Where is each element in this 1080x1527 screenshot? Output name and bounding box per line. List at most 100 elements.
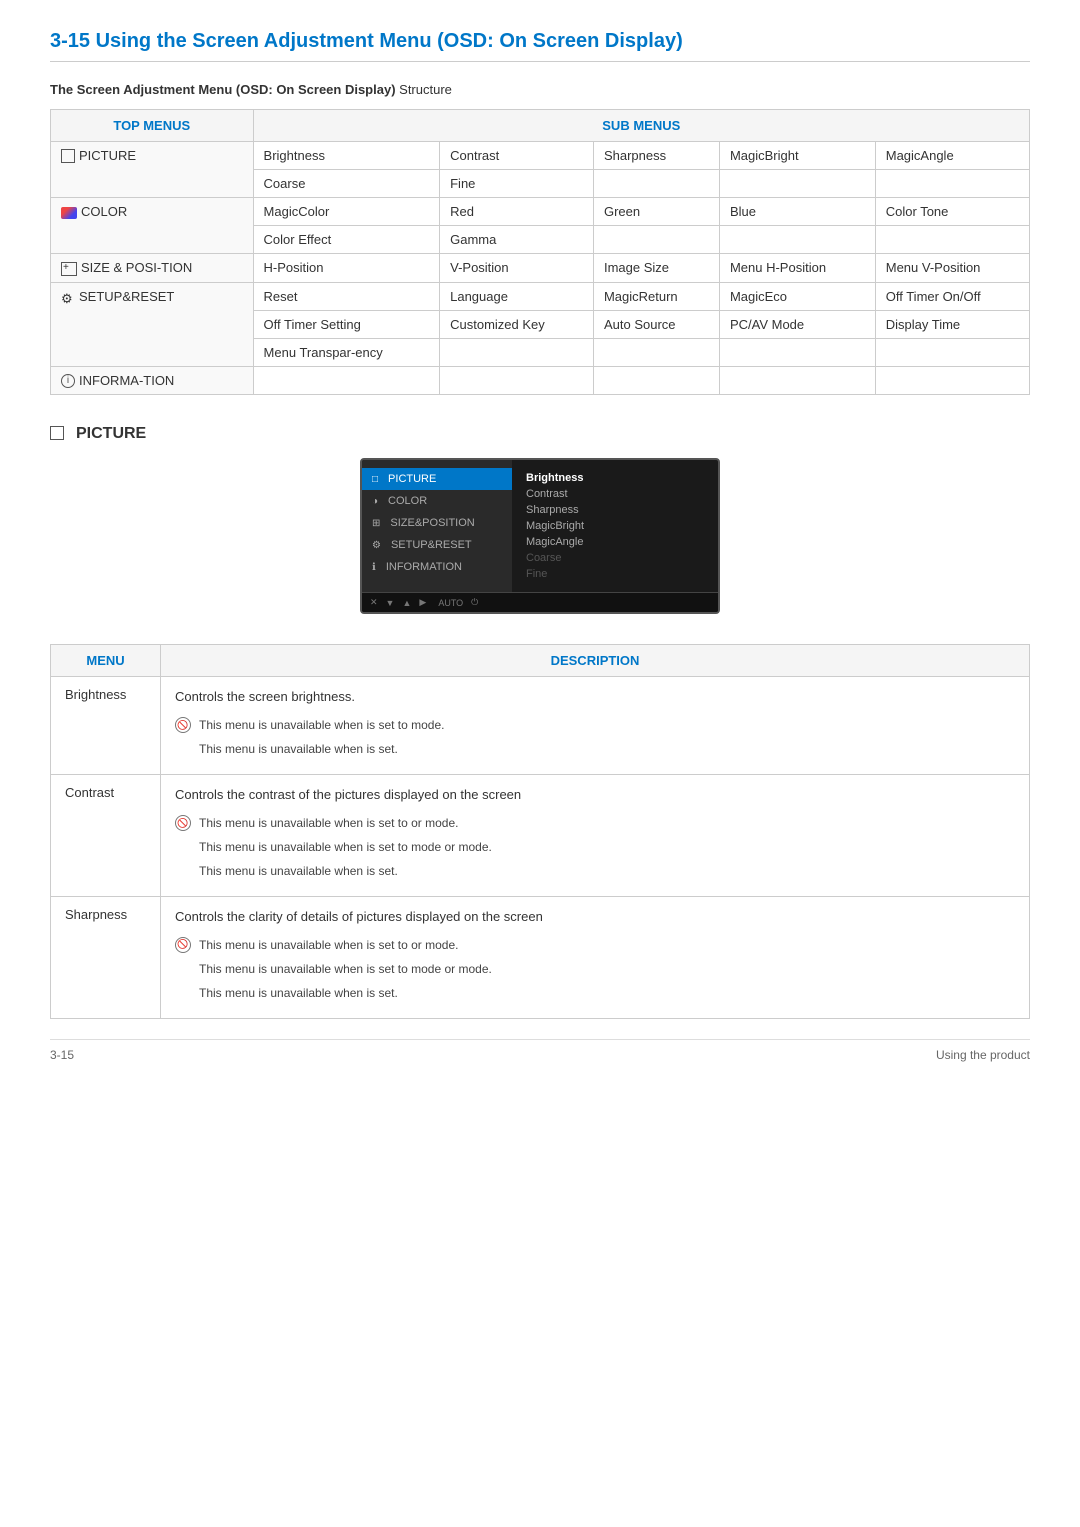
note-text: This menu is unavailable when is set.: [199, 984, 1015, 1002]
note-icon: 🚫: [175, 815, 191, 831]
osd-item-label: SIZE&POSITION: [390, 517, 474, 529]
osd-mockup-sub-item: Brightness: [526, 470, 704, 486]
osd-sub-cell: [593, 338, 719, 366]
osd-sub-cell: Red: [440, 198, 594, 226]
osd-bottom-bar: ✕ ▼ ▲ ▶ AUTO ⏻: [362, 592, 718, 612]
footer-right: Using the product: [936, 1048, 1030, 1062]
osd-mockup-menu-item: ⚙SETUP&RESET: [362, 534, 512, 556]
osd-sub-cell: V-Position: [440, 254, 594, 283]
osd-btn-down: ▼: [386, 598, 395, 608]
desc-menu-cell: Contrast: [51, 774, 161, 896]
osd-mockup-sub-item: Coarse: [526, 550, 704, 566]
structure-desc-rest: Structure: [396, 82, 452, 97]
osd-sub-cell: [875, 226, 1029, 254]
osd-menu-cell: iINFORMA-TION: [51, 366, 254, 395]
footer-left: 3-15: [50, 1048, 74, 1062]
size-table-icon: [61, 262, 77, 276]
osd-mockup-sub-item: MagicBright: [526, 518, 704, 534]
setup-table-icon: ⚙: [61, 291, 75, 303]
osd-mockup-sub-item: MagicAngle: [526, 534, 704, 550]
osd-sub-cell: [719, 338, 875, 366]
osd-mockup-sub-item: Fine: [526, 566, 704, 582]
note-text: This menu is unavailable when is set to …: [199, 716, 1015, 734]
osd-sub-cell: PC/AV Mode: [719, 310, 875, 338]
osd-sub-cell: Language: [440, 282, 594, 310]
osd-btn-x: ✕: [370, 597, 378, 608]
osd-screen: □PICTURE ◑ COLOR ⊞ SIZE&POSITION ⚙SETUP&RESET…: [360, 458, 720, 614]
desc-table-row: SharpnessControls the clarity of details…: [51, 896, 1030, 1018]
osd-mockup-menu-item: □PICTURE: [362, 468, 512, 490]
osd-sub-cell: Customized Key: [440, 310, 594, 338]
osd-sub-cell: Reset: [253, 282, 440, 310]
osd-menu-cell: PICTURE: [51, 142, 254, 198]
page-footer: 3-15 Using the product: [50, 1039, 1030, 1062]
desc-menu-header: MENU: [51, 645, 161, 677]
desc-main-text: Controls the clarity of details of pictu…: [175, 907, 1015, 928]
top-menus-header: TOP MENUS: [51, 110, 254, 142]
osd-sub-cell: Color Tone: [875, 198, 1029, 226]
osd-mockup-menu-item: ◑ COLOR: [362, 490, 512, 512]
note-icon: 🚫: [175, 717, 191, 733]
osd-sub-cell: MagicBright: [719, 142, 875, 170]
osd-sub-cell: Menu V-Position: [875, 254, 1029, 283]
osd-menu-cell: COLOR: [51, 198, 254, 254]
osd-menu-cell: ⚙SETUP&RESET: [51, 282, 254, 366]
desc-description-header: DESCRIPTION: [161, 645, 1030, 677]
osd-btn-power: ⏻: [471, 597, 478, 608]
osd-btn-auto: AUTO: [438, 598, 463, 608]
osd-sub-cell: Coarse: [253, 170, 440, 198]
osd-sub-cell: [875, 338, 1029, 366]
osd-sub-cell: [719, 226, 875, 254]
desc-table-row: BrightnessControls the screen brightness…: [51, 677, 1030, 775]
osd-sub-cell: Gamma: [440, 226, 594, 254]
osd-mockup-menu-item: ⊞ SIZE&POSITION: [362, 512, 512, 534]
osd-menu-cell: SIZE & POSI-TION: [51, 254, 254, 283]
note-text: This menu is unavailable when is set.: [199, 740, 1015, 758]
osd-item-icon: ⊞: [372, 518, 380, 529]
osd-mockup-sub-item: Contrast: [526, 486, 704, 502]
osd-sub-cell: Display Time: [875, 310, 1029, 338]
note-item: This menu is unavailable when is set.: [175, 984, 1015, 1002]
desc-content-cell: Controls the screen brightness. 🚫 This m…: [161, 677, 1030, 775]
picture-section-heading: PICTURE: [50, 425, 1030, 443]
osd-item-label: SETUP&RESET: [391, 539, 472, 551]
osd-btn-up: ▲: [402, 598, 411, 608]
osd-structure-table: TOP MENUS SUB MENUS PICTUREBrightnessCon…: [50, 109, 1030, 395]
osd-sub-cell: MagicReturn: [593, 282, 719, 310]
osd-item-label: COLOR: [388, 495, 427, 507]
osd-sub-cell: [593, 170, 719, 198]
osd-sub-cell: Auto Source: [593, 310, 719, 338]
osd-sub-cell: [253, 366, 440, 395]
osd-item-icon: ◑: [372, 496, 378, 507]
desc-main-text: Controls the screen brightness.: [175, 687, 1015, 708]
note-item: 🚫 This menu is unavailable when is set t…: [175, 936, 1015, 954]
structure-desc-bold: The Screen Adjustment Menu (OSD: On Scre…: [50, 82, 396, 97]
desc-menu-cell: Brightness: [51, 677, 161, 775]
osd-sub-cell: MagicEco: [719, 282, 875, 310]
note-item: 🚫 This menu is unavailable when is set t…: [175, 716, 1015, 734]
description-table: MENU DESCRIPTION BrightnessControls the …: [50, 644, 1030, 1018]
desc-content-cell: Controls the contrast of the pictures di…: [161, 774, 1030, 896]
picture-heading-label: PICTURE: [76, 425, 146, 443]
osd-item-label: INFORMATION: [386, 561, 462, 573]
osd-item-label: PICTURE: [388, 473, 436, 485]
note-text: This menu is unavailable when is set to …: [199, 838, 1015, 856]
osd-menu-list: □PICTURE ◑ COLOR ⊞ SIZE&POSITION ⚙SETUP&RESET…: [362, 460, 512, 592]
osd-sub-cell: MagicAngle: [875, 142, 1029, 170]
osd-sub-cell: [875, 170, 1029, 198]
osd-sub-cell: Sharpness: [593, 142, 719, 170]
osd-sub-cell: Green: [593, 198, 719, 226]
note-item: This menu is unavailable when is set to …: [175, 960, 1015, 978]
osd-sub-cell: Image Size: [593, 254, 719, 283]
osd-sub-cell: [593, 226, 719, 254]
info-table-icon: i: [61, 374, 75, 388]
osd-sub-cell: [440, 366, 594, 395]
osd-sub-cell: Blue: [719, 198, 875, 226]
structure-description: The Screen Adjustment Menu (OSD: On Scre…: [50, 82, 1030, 97]
osd-sub-cell: Menu Transpar-ency: [253, 338, 440, 366]
osd-sub-cell: H-Position: [253, 254, 440, 283]
osd-sub-cell: [593, 366, 719, 395]
osd-sub-cell: Contrast: [440, 142, 594, 170]
osd-sub-cell: [719, 170, 875, 198]
note-text: This menu is unavailable when is set to …: [199, 814, 1015, 832]
